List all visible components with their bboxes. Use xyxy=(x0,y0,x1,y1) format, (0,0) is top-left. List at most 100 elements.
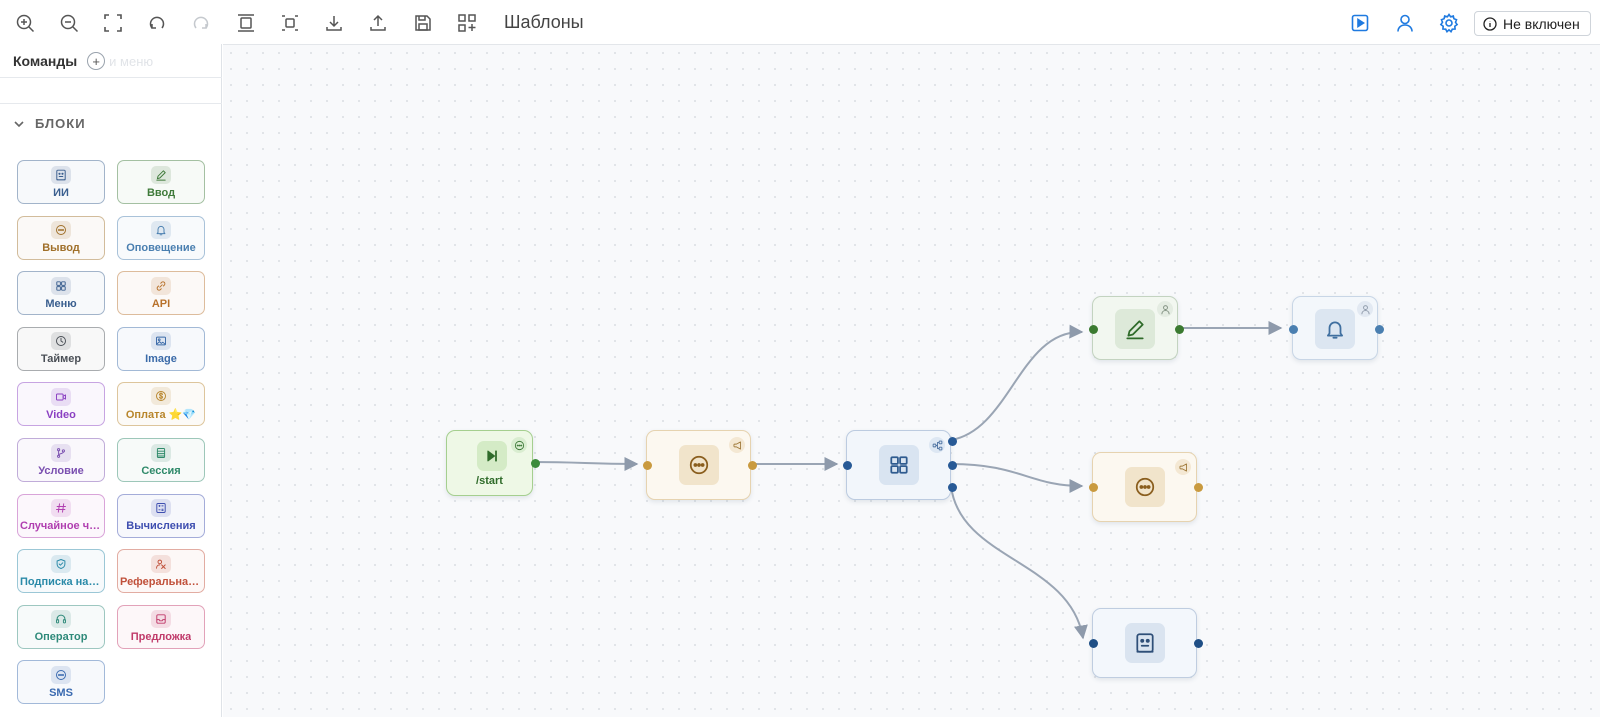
block-shield-check[interactable]: Подписка на канал xyxy=(17,549,105,594)
sidebar: Команды + и меню БЛОКИ ИИ Ввод Вывод Оповещ… xyxy=(0,44,222,717)
block-grid[interactable]: Меню xyxy=(17,271,105,316)
block-dollar[interactable]: Оплата ⭐💎 xyxy=(117,382,205,427)
commands-header: Команды + и меню xyxy=(13,52,153,70)
blocks-title: БЛОКИ xyxy=(35,116,86,131)
divider xyxy=(0,77,222,78)
block-referral[interactable]: Реферальная система xyxy=(117,549,205,594)
status-button[interactable]: Не включен xyxy=(1474,11,1591,36)
clock-icon xyxy=(51,332,71,351)
chat-bubble-icon xyxy=(1125,467,1165,507)
connection-port[interactable] xyxy=(1089,483,1098,492)
block-label: Video xyxy=(46,408,76,421)
templates-icon[interactable] xyxy=(453,9,481,37)
info-icon xyxy=(1483,16,1497,31)
list-icon xyxy=(151,443,171,462)
page-title: Шаблоны xyxy=(504,12,584,32)
redo-icon[interactable] xyxy=(187,9,215,37)
node-ai[interactable] xyxy=(1089,608,1203,678)
status-label: Не включен xyxy=(1503,15,1580,32)
connection-port[interactable] xyxy=(948,437,957,446)
block-calculator[interactable]: Вычисления xyxy=(117,493,205,538)
block-ai-robot[interactable]: ИИ xyxy=(17,160,105,204)
chat-bubble-icon xyxy=(679,445,719,485)
undo-icon[interactable] xyxy=(143,9,171,37)
block-label: Ввод xyxy=(146,186,176,199)
user-icon[interactable] xyxy=(1391,9,1419,37)
block-branch[interactable]: Условие xyxy=(17,438,105,482)
node-output[interactable] xyxy=(643,430,757,500)
chat-bubble-icon xyxy=(511,437,527,453)
settings-icon[interactable] xyxy=(1435,9,1463,37)
block-label: Оповещение xyxy=(126,242,196,255)
block-label: ИИ xyxy=(53,186,69,199)
block-hash[interactable]: Случайное число xyxy=(17,493,105,538)
zoom-out-icon[interactable] xyxy=(55,9,83,37)
referral-icon xyxy=(151,554,171,573)
block-label: API xyxy=(151,297,171,310)
connection-port[interactable] xyxy=(643,461,652,470)
node-output[interactable] xyxy=(1089,452,1203,522)
node-start[interactable]: /start xyxy=(446,430,540,496)
block-list[interactable]: Сессия xyxy=(117,438,205,482)
user-icon xyxy=(1157,301,1173,317)
connection-port[interactable] xyxy=(1289,325,1298,334)
grid-icon xyxy=(51,276,71,295)
connection-port[interactable] xyxy=(1089,325,1098,334)
block-sms-bubble[interactable]: SMS xyxy=(17,660,105,705)
connection-port[interactable] xyxy=(1089,639,1098,648)
node-input[interactable] xyxy=(1089,296,1184,360)
connection-port[interactable] xyxy=(748,461,757,470)
block-bell[interactable]: Оповещение xyxy=(117,215,205,260)
connection-port[interactable] xyxy=(531,459,540,468)
dollar-icon xyxy=(151,387,171,406)
connection-port[interactable] xyxy=(948,483,957,492)
divider xyxy=(0,103,222,104)
connection-port[interactable] xyxy=(1175,325,1184,334)
block-inbox[interactable]: Предложка xyxy=(117,604,205,649)
block-chat-bubble[interactable]: Вывод xyxy=(17,215,105,260)
download-icon[interactable] xyxy=(320,9,348,37)
shield-check-icon xyxy=(51,554,71,573)
block-clock[interactable]: Таймер xyxy=(17,326,105,371)
connection-port[interactable] xyxy=(1194,639,1203,648)
link-icon xyxy=(151,276,171,295)
block-image[interactable]: Image xyxy=(117,326,205,371)
block-label: Вычисления xyxy=(126,520,196,533)
user-icon xyxy=(1357,301,1373,317)
block-headset[interactable]: Оператор xyxy=(17,604,105,649)
connection-port[interactable] xyxy=(948,461,957,470)
blocks-section-toggle[interactable]: БЛОКИ xyxy=(13,116,86,131)
megaphone-icon xyxy=(1175,459,1191,475)
node-notification[interactable] xyxy=(1289,296,1384,360)
hash-icon xyxy=(51,499,71,518)
add-command-button[interactable]: + xyxy=(87,52,106,70)
image-icon xyxy=(151,332,171,351)
align-vertical-icon[interactable] xyxy=(232,9,260,37)
block-label: Реферальная система xyxy=(120,575,202,588)
inbox-icon xyxy=(151,610,171,629)
fit-view-icon[interactable] xyxy=(99,9,127,37)
upload-icon[interactable] xyxy=(364,9,392,37)
block-video[interactable]: Video xyxy=(17,382,105,427)
flow-canvas[interactable] xyxy=(223,44,1600,717)
share-nodes-icon xyxy=(929,437,945,453)
megaphone-icon xyxy=(729,437,745,453)
skip-forward-icon xyxy=(477,441,507,471)
block-pencil[interactable]: Ввод xyxy=(117,160,205,204)
play-icon[interactable] xyxy=(1346,9,1374,37)
connection-port[interactable] xyxy=(843,461,852,470)
chat-bubble-icon xyxy=(51,221,71,240)
save-icon[interactable] xyxy=(409,9,437,37)
block-link[interactable]: API xyxy=(117,271,205,316)
distribute-icon[interactable] xyxy=(276,9,304,37)
block-label: Image xyxy=(145,353,177,366)
connection-port[interactable] xyxy=(1194,483,1203,492)
node-menu[interactable] xyxy=(843,430,957,500)
node-label: /start xyxy=(476,475,503,487)
pencil-icon xyxy=(151,165,171,184)
block-label: Таймер xyxy=(40,353,82,366)
block-label: Сессия xyxy=(141,464,181,477)
connection-port[interactable] xyxy=(1375,325,1384,334)
zoom-in-icon[interactable] xyxy=(11,9,39,37)
ai-robot-icon xyxy=(1125,623,1165,663)
